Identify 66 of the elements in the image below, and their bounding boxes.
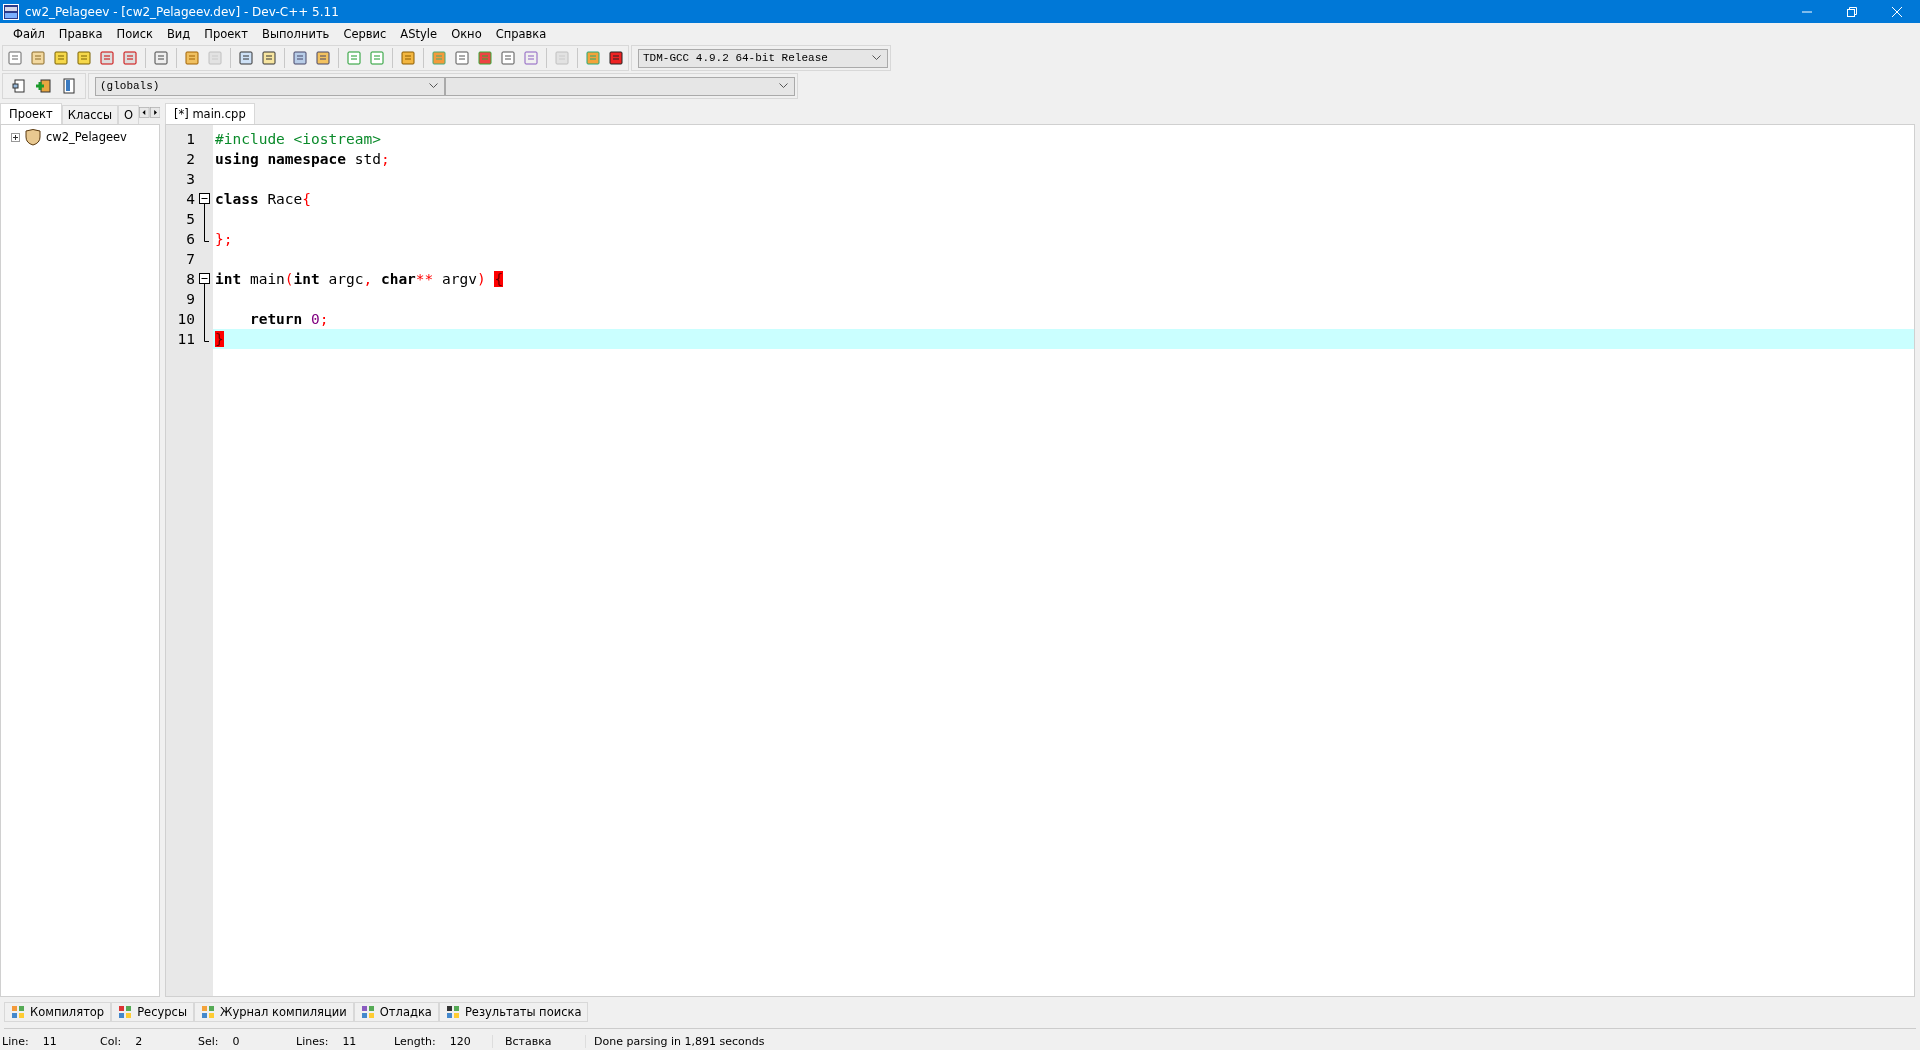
status-label: Sel:	[198, 1034, 219, 1048]
code-line: class Race{	[215, 191, 312, 207]
status-label: Col:	[100, 1034, 122, 1048]
member-select[interactable]	[445, 76, 795, 96]
bottom-tab[interactable]: Ресурсы	[111, 1002, 194, 1022]
status-value: 11	[342, 1034, 357, 1048]
line-number: 8	[185, 271, 195, 287]
menu-item[interactable]: Вид	[160, 26, 198, 41]
menu-item[interactable]: Выполнить	[255, 26, 337, 41]
insert-mode-text: Вставка	[492, 1034, 585, 1048]
status-label: Line:	[2, 1034, 29, 1048]
status-message: Done parsing in 1,891 seconds	[585, 1034, 765, 1048]
line-number: 11	[176, 331, 195, 347]
status-value: 120	[449, 1034, 471, 1048]
status-label: Lines:	[296, 1034, 329, 1048]
bottom-tab[interactable]: Компилятор	[4, 1002, 112, 1022]
panel-tab[interactable]: Классы	[61, 105, 118, 124]
line-number: 5	[185, 211, 195, 227]
panel-tab[interactable]: О	[118, 105, 140, 124]
editor-tab[interactable]: [*] main.cpp	[165, 103, 255, 124]
menu-item[interactable]: Проект	[197, 26, 256, 41]
bottom-tab[interactable]: Журнал компиляции	[194, 1002, 354, 1022]
menu-item[interactable]: Файл	[6, 26, 52, 41]
scope-select[interactable]: (globals)	[95, 76, 445, 96]
line-number: 7	[185, 251, 195, 267]
line-number: 1	[185, 131, 195, 147]
compiler-select[interactable]: TDM-GCC 4.9.2 64-bit Release	[638, 48, 888, 68]
status-value: 0	[232, 1034, 240, 1048]
add-icon[interactable]	[36, 78, 52, 94]
menu-item[interactable]: Сервис	[336, 26, 394, 41]
menu-item[interactable]: Окно	[444, 26, 489, 41]
status-label: Length:	[394, 1034, 436, 1048]
code-line: };	[215, 231, 233, 247]
close-icon[interactable]	[1891, 5, 1903, 18]
bottom-tab[interactable]: Отладка	[353, 1002, 439, 1022]
code-line: using namespace std;	[215, 151, 390, 167]
menu-item[interactable]: Поиск	[109, 26, 160, 41]
panel-tab[interactable]: Проект	[0, 103, 62, 124]
status-value: 2	[135, 1034, 143, 1048]
expand-icon[interactable]	[11, 132, 20, 142]
bookmark-icon[interactable]	[61, 78, 77, 94]
chevron-down-icon	[429, 83, 438, 89]
code-line: int main(int argc, char** argv) {	[215, 271, 504, 287]
code-editor[interactable]: 1 2 3 4 5 6 7 8 9 10 11 #include <iostream> using namespace std; class Race{ }; int main(int argc, char** argv) { return 0; }	[165, 124, 1915, 997]
menu-item[interactable]: AStyle	[393, 26, 445, 41]
app-icon	[3, 3, 19, 20]
line-number: 9	[185, 291, 195, 307]
chevron-down-icon	[779, 83, 788, 89]
bottom-tab[interactable]: Результаты поиска	[438, 1002, 589, 1022]
code-line: #include <iostream>	[215, 131, 381, 147]
scroll-left-icon[interactable]	[139, 105, 150, 120]
line-number: 10	[176, 311, 195, 327]
line-number: 3	[185, 171, 195, 187]
menu-item[interactable]: Правка	[51, 26, 110, 41]
window-title: cw2_Pelageev - [cw2_Pelageev.dev] - Dev-C++ 5.11	[25, 4, 340, 19]
tree-item[interactable]: cw2_Pelageev	[46, 130, 127, 144]
line-number: 2	[185, 151, 195, 167]
status-value: 11	[42, 1034, 57, 1048]
insert-icon[interactable]	[11, 78, 27, 94]
chevron-down-icon	[872, 55, 881, 61]
scroll-right-icon[interactable]	[149, 105, 160, 120]
line-number: 6	[185, 231, 195, 247]
restore-icon[interactable]	[1846, 5, 1858, 18]
menu-item[interactable]: Справка	[488, 26, 554, 41]
code-line: return 0;	[248, 311, 329, 327]
line-number: 4	[185, 191, 195, 207]
